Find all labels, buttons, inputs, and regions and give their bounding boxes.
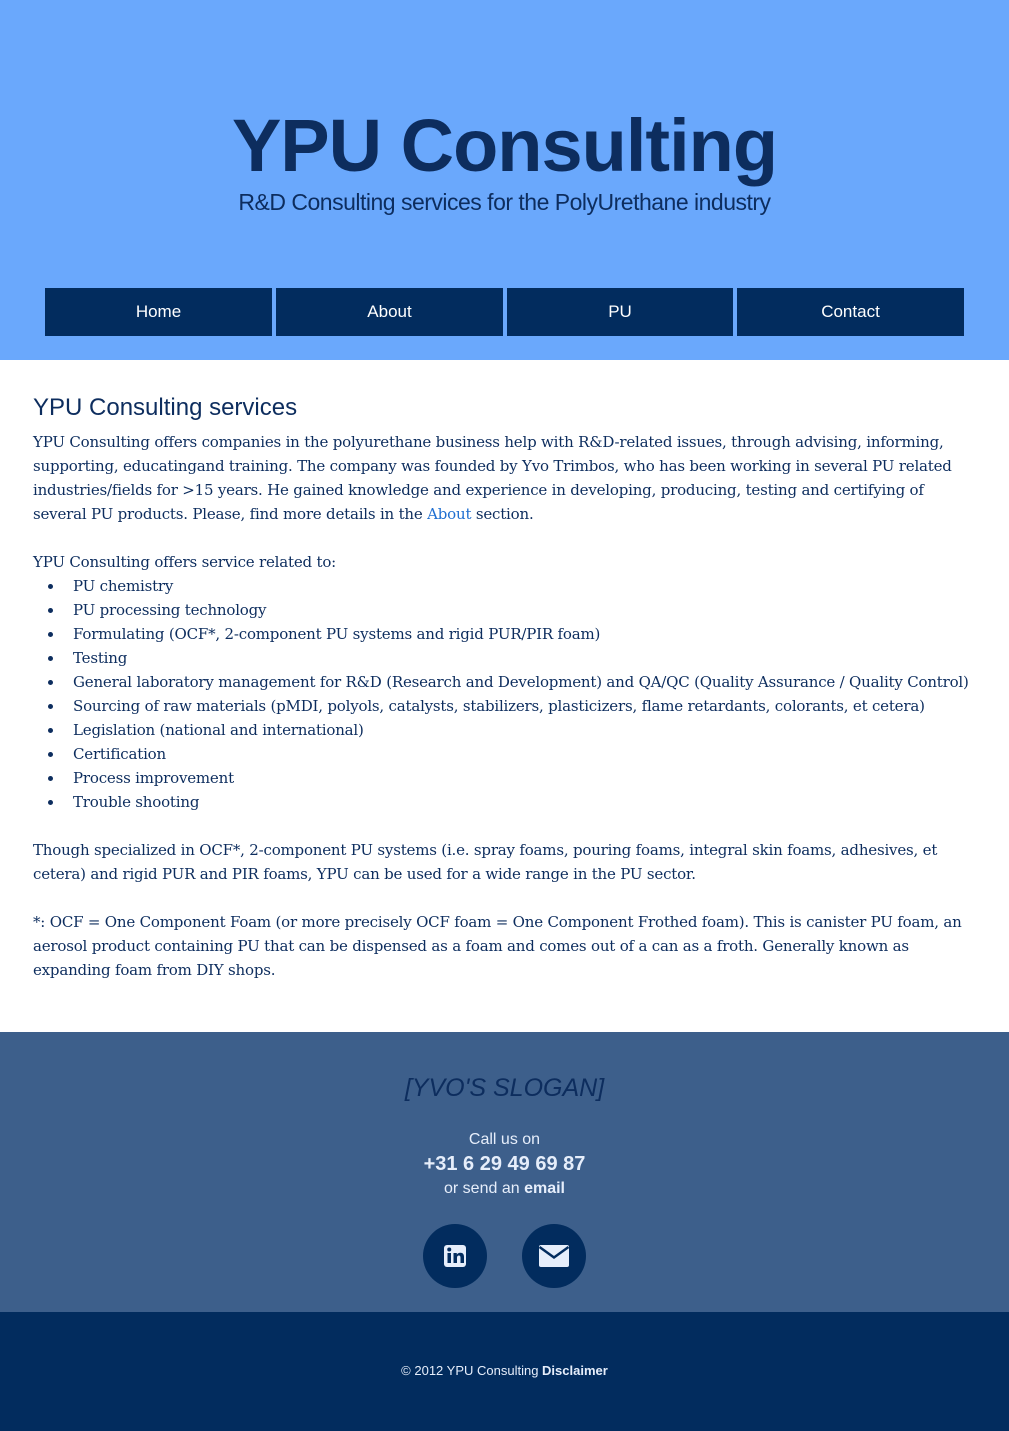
call-label: Call us on [468, 1131, 541, 1148]
list-item: Legislation (national and international) [33, 718, 973, 742]
bullet-icon [48, 680, 53, 685]
services-intro: YPU Consulting offers service related to… [33, 553, 337, 571]
linkedin-icon [444, 1245, 466, 1267]
nav-home[interactable]: Home [45, 288, 272, 336]
list-item: Sourcing of raw materials (pMDI, polyols… [33, 694, 973, 718]
intro-text-end: section. [471, 505, 534, 523]
specialized-paragraph: Though specialized in OCF*, 2-component … [33, 841, 938, 883]
services-list: PU chemistry PU processing technology Fo… [33, 574, 973, 814]
list-item-text: Trouble shooting [73, 793, 200, 811]
list-item-text: Formulating (OCF*, 2-component PU system… [73, 625, 601, 643]
nav-contact[interactable]: Contact [737, 288, 964, 336]
main-nav: Home About PU Contact [45, 288, 964, 336]
bullet-icon [48, 800, 53, 805]
list-item-text: Testing [73, 649, 128, 667]
bullet-icon [48, 608, 53, 613]
list-item: Testing [33, 646, 973, 670]
nav-about[interactable]: About [276, 288, 503, 336]
list-item-text: PU chemistry [73, 577, 174, 595]
nav-pu[interactable]: PU [507, 288, 733, 336]
list-item: Trouble shooting [33, 790, 973, 814]
list-item-text: Certification [73, 745, 166, 763]
site-tagline: R&D Consulting services for the PolyUret… [238, 189, 771, 215]
list-item: Certification [33, 742, 973, 766]
page-title: YPU Consulting services [33, 394, 298, 421]
bullet-icon [48, 632, 53, 637]
email-prefix: or send an [444, 1180, 525, 1197]
intro-paragraph: YPU Consulting offers companies in the p… [33, 430, 973, 526]
bullet-icon [48, 656, 53, 661]
list-item: Formulating (OCF*, 2-component PU system… [33, 622, 973, 646]
list-item-text: Process improvement [73, 769, 234, 787]
bullet-icon [48, 752, 53, 757]
copyright: © 2012 YPU Consulting Disclaimer [0, 1363, 1009, 1378]
bullet-icon [48, 704, 53, 709]
list-item-text: General laboratory management for R&D (R… [73, 673, 969, 691]
bullet-icon [48, 776, 53, 781]
email-link[interactable]: email [524, 1180, 565, 1197]
list-item-text: Legislation (national and international) [73, 721, 364, 739]
email-line: or send an email [0, 1180, 1009, 1198]
site-title: YPU Consulting [231, 104, 778, 187]
disclaimer-link[interactable]: Disclaimer [542, 1363, 608, 1378]
bullet-icon [48, 584, 53, 589]
list-item-text: Sourcing of raw materials (pMDI, polyols… [73, 697, 925, 715]
main-content: YPU Consulting services YPU Consulting o… [33, 392, 973, 982]
copyright-text: © 2012 YPU Consulting [401, 1363, 543, 1378]
about-link[interactable]: About [427, 505, 471, 523]
envelope-icon [538, 1245, 570, 1267]
bullet-icon [48, 728, 53, 733]
list-item: PU processing technology [33, 598, 973, 622]
linkedin-button[interactable] [423, 1224, 487, 1288]
email-button[interactable] [522, 1224, 586, 1288]
list-item: General laboratory management for R&D (R… [33, 670, 973, 694]
phone-number[interactable]: +31 6 29 49 69 87 [0, 1153, 1009, 1176]
list-item: PU chemistry [33, 574, 973, 598]
list-item: Process improvement [33, 766, 973, 790]
slogan: [YVO'S SLOGAN] [404, 1074, 605, 1102]
footnote-paragraph: *: OCF = One Component Foam (or more pre… [33, 913, 962, 979]
list-item-text: PU processing technology [73, 601, 267, 619]
